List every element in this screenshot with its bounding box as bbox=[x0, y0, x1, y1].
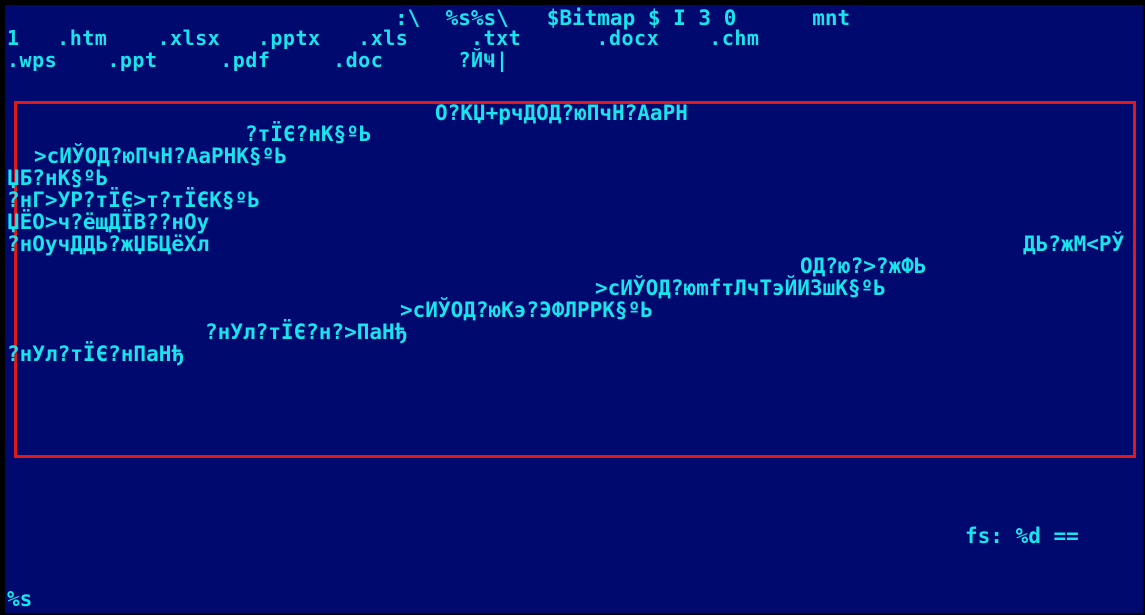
garbled-text-line: ЏБ?нК§ºЬ bbox=[7, 166, 109, 190]
fs-status-text: fs: %d == bbox=[965, 524, 1079, 548]
command-prompt[interactable]: %s bbox=[7, 588, 32, 610]
garbled-text-line: >сИЎОД?юmfтЛчТэЙИЗшК§ºЬ bbox=[595, 276, 886, 300]
console-window: :\ %s%s\ $Bitmap $ I 3 0 mnt 1 .htm .xls… bbox=[5, 5, 1143, 613]
garbled-text-line: >сИЎОД?юПчН?АаРНК§ºЬ bbox=[34, 144, 287, 168]
garbled-text-line: ЏЁО>ч?ёщДЇВ??нОу bbox=[7, 210, 210, 234]
garbled-text-line: >сИЎОД?юКэ?ЭФЛРРК§ºЬ bbox=[400, 298, 653, 322]
garbled-text-line: ?нГ>УР?тЇЄ>т?тЇЄК§ºЬ bbox=[7, 188, 260, 212]
garbled-text-line: О?КЏ+рчДОД?юПчН?АаРН bbox=[435, 101, 688, 125]
garbled-text-line: ?тЇЄ?нК§ºЬ bbox=[245, 122, 372, 146]
garbled-text-line: ОД?ю?>?жФЬ bbox=[800, 254, 927, 278]
garbled-text-line: ДЬ?жМ<РЎ bbox=[1023, 232, 1125, 256]
garbled-text-line: ?нУл?тЇЄ?нПаНђ bbox=[7, 342, 185, 366]
garbled-text-line: ?нОучДДЬ?жЏБЦёХл bbox=[7, 232, 210, 256]
extension-list-row-2: .wps .ppt .pdf .doc ?ЙҸ| bbox=[7, 48, 509, 72]
screen-frame: :\ %s%s\ $Bitmap $ I 3 0 mnt 1 .htm .xls… bbox=[0, 0, 1145, 615]
extension-list-row-1: 1 .htm .xlsx .pptx .xls .txt .docx .chm bbox=[7, 26, 760, 50]
garbled-text-line: ?нУл?тЇЄ?н?>ПаНђ bbox=[205, 320, 408, 344]
